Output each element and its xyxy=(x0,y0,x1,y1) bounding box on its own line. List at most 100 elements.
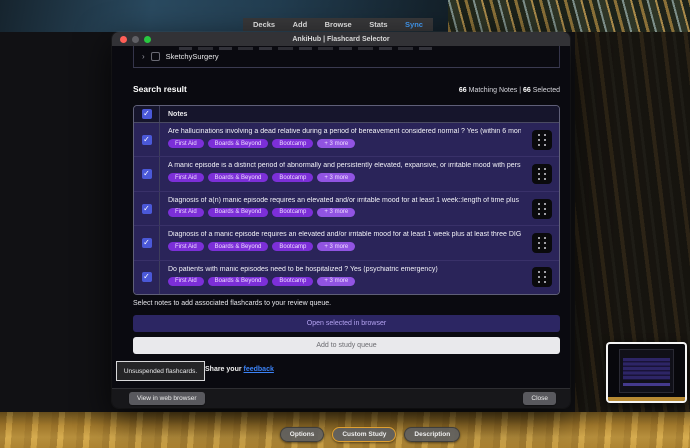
more-tags-pill[interactable]: + 3 more xyxy=(317,277,355,286)
feedback-line: Share your feedback xyxy=(205,366,274,373)
dialog-footer: View in web browser Close xyxy=(112,388,570,408)
note-content: Diagnosis of a(n) manic episode requires… xyxy=(160,192,525,225)
more-tags-pill[interactable]: + 3 more xyxy=(317,208,355,217)
table-row[interactable]: ✓ Diagnosis of a manic episode requires a… xyxy=(134,226,559,260)
more-tags-pill[interactable]: + 3 more xyxy=(317,242,355,251)
tag-pill: Boards & Beyond xyxy=(208,242,269,251)
deck-bottom-bar: Options Custom Study Description xyxy=(270,424,470,444)
note-title: Diagnosis of a(n) manic episode requires… xyxy=(168,197,521,204)
row-checkbox[interactable]: ✓ xyxy=(142,169,152,179)
tag-line: First AidBoards & BeyondBootcamp+ 3 more xyxy=(168,242,521,251)
tag-line: First Aid Boards & BeyondBootcamp + 3 more xyxy=(168,208,521,217)
table-row[interactable]: ✓ A manic episode is a distinct period of… xyxy=(134,157,559,191)
table-row[interactable]: ✓ Do patients with manic episodes need to… xyxy=(134,261,559,294)
handle-cell xyxy=(525,123,559,156)
deck-tree-panel[interactable]: › SketchySurgery xyxy=(133,46,560,68)
tag-pill: Boards & Beyond xyxy=(208,208,269,217)
tag-line: First AidBoards & BeyondBootcamp+ 3 more xyxy=(168,277,521,286)
tag-pill: Bootcamp xyxy=(272,208,313,217)
view-in-web-browser-button[interactable]: View in web browser xyxy=(129,392,205,405)
tag-pill: First Aid xyxy=(168,208,204,217)
drag-handle-icon[interactable] xyxy=(532,164,552,184)
handle-cell xyxy=(525,157,559,190)
nav-item-browse[interactable]: Browse xyxy=(325,20,352,29)
screenshot-thumbnail-preview xyxy=(608,344,685,401)
table-row[interactable]: ✓ Are hallucinations involving a dead rel… xyxy=(134,123,559,157)
more-tags-pill[interactable]: + 3 more xyxy=(317,139,355,148)
wallpaper-palms xyxy=(448,0,690,32)
tag-pill: First Aid xyxy=(168,277,204,286)
note-content: A manic episode is a distinct period of … xyxy=(160,157,525,190)
share-text: Share your xyxy=(205,366,244,373)
drag-dots xyxy=(538,168,540,170)
row-checkbox[interactable]: ✓ xyxy=(142,272,152,282)
note-content: Diagnosis of a manic episode requires an… xyxy=(160,226,525,259)
drag-dots xyxy=(538,134,540,136)
tag-pill: First Aid xyxy=(168,242,204,251)
bottom-button-custom-study[interactable]: Custom Study xyxy=(332,427,396,442)
select-all-checkbox[interactable]: ✓ xyxy=(142,109,152,119)
table-row[interactable]: ✓ Diagnosis of a(n) manic episode require… xyxy=(134,192,559,226)
handle-cell xyxy=(525,261,559,294)
screenshot-thumbnail[interactable] xyxy=(606,342,687,403)
selected-count: 66 xyxy=(523,87,531,94)
bottom-button-description[interactable]: Description xyxy=(404,427,460,442)
thumbnail-mini-rows xyxy=(623,358,670,380)
add-to-study-queue-button[interactable]: Add to study queue xyxy=(133,337,560,354)
drag-handle-icon[interactable] xyxy=(532,233,552,253)
tag-pill: Boards & Beyond xyxy=(208,277,269,286)
select-all-cell: ✓ xyxy=(134,106,160,122)
row-checkbox[interactable]: ✓ xyxy=(142,238,152,248)
drag-dots xyxy=(538,271,540,273)
anki-toolbar: Decks Add Browse Stats Sync xyxy=(243,18,433,31)
tag-pill: Boards & Beyond xyxy=(208,139,269,148)
nav-item-decks[interactable]: Decks xyxy=(253,20,275,29)
note-title: Are hallucinations involving a dead rela… xyxy=(168,128,521,135)
tag-pill: First Aid xyxy=(168,173,204,182)
bottom-button-options[interactable]: Options xyxy=(280,427,325,442)
nav-item-sync[interactable]: Sync xyxy=(405,20,423,29)
matching-count: 66 xyxy=(459,87,467,94)
tag-pill: Boards & Beyond xyxy=(208,173,269,182)
handle-cell xyxy=(525,226,559,259)
thumbnail-mini-dialog xyxy=(619,349,674,393)
feedback-link[interactable]: feedback xyxy=(244,366,274,373)
chevron-right-icon[interactable]: › xyxy=(142,53,145,61)
nav-item-stats[interactable]: Stats xyxy=(369,20,387,29)
search-counts: 66 Matching Notes | 66 Selected xyxy=(459,87,560,94)
thumbnail-mini-sand xyxy=(608,397,685,401)
dialog-title: AnkiHub | Flashcard Selector xyxy=(112,36,570,43)
notes-table-header: ✓ Notes xyxy=(134,106,559,123)
tag-pill: Bootcamp xyxy=(272,139,313,148)
more-tags-pill[interactable]: + 3 more xyxy=(317,173,355,182)
dialog-titlebar[interactable]: AnkiHub | Flashcard Selector xyxy=(112,32,570,46)
hint-text: Select notes to add associated flashcard… xyxy=(133,300,560,307)
row-checkbox[interactable]: ✓ xyxy=(142,135,152,145)
open-selected-in-browser-button[interactable]: Open selected in browser xyxy=(133,315,560,332)
nav-item-add[interactable]: Add xyxy=(293,20,308,29)
row-checkbox[interactable]: ✓ xyxy=(142,204,152,214)
row-checkbox-cell: ✓ xyxy=(134,192,160,225)
drag-handle-icon[interactable] xyxy=(532,199,552,219)
search-result-title: Search result xyxy=(133,84,187,94)
row-checkbox-cell: ✓ xyxy=(134,261,160,294)
deck-tree-row[interactable]: › SketchySurgery xyxy=(142,52,219,61)
clipped-deck-row xyxy=(179,47,434,50)
row-checkbox-cell: ✓ xyxy=(134,123,160,156)
drag-handle-icon[interactable] xyxy=(532,130,552,150)
handle-cell xyxy=(525,192,559,225)
flashcard-selector-dialog: AnkiHub | Flashcard Selector › SketchySu… xyxy=(112,32,570,408)
selected-label: Selected xyxy=(533,87,560,94)
row-checkbox-cell: ✓ xyxy=(134,226,160,259)
deck-label[interactable]: SketchySurgery xyxy=(166,52,219,61)
tag-pill: First Aid xyxy=(168,139,204,148)
search-result-header: Search result 66 Matching Notes | 66 Sel… xyxy=(133,84,560,94)
note-title: A manic episode is a distinct period of … xyxy=(168,162,521,169)
note-content: Are hallucinations involving a dead rela… xyxy=(160,123,525,156)
drag-handle-icon[interactable] xyxy=(532,267,552,287)
close-button[interactable]: Close xyxy=(523,392,556,405)
note-title: Do patients with manic episodes need to … xyxy=(168,266,521,273)
deck-checkbox[interactable] xyxy=(151,52,160,61)
tag-line: First Aid Boards & BeyondBootcamp + 3 more xyxy=(168,139,521,148)
drag-dots xyxy=(538,203,540,205)
